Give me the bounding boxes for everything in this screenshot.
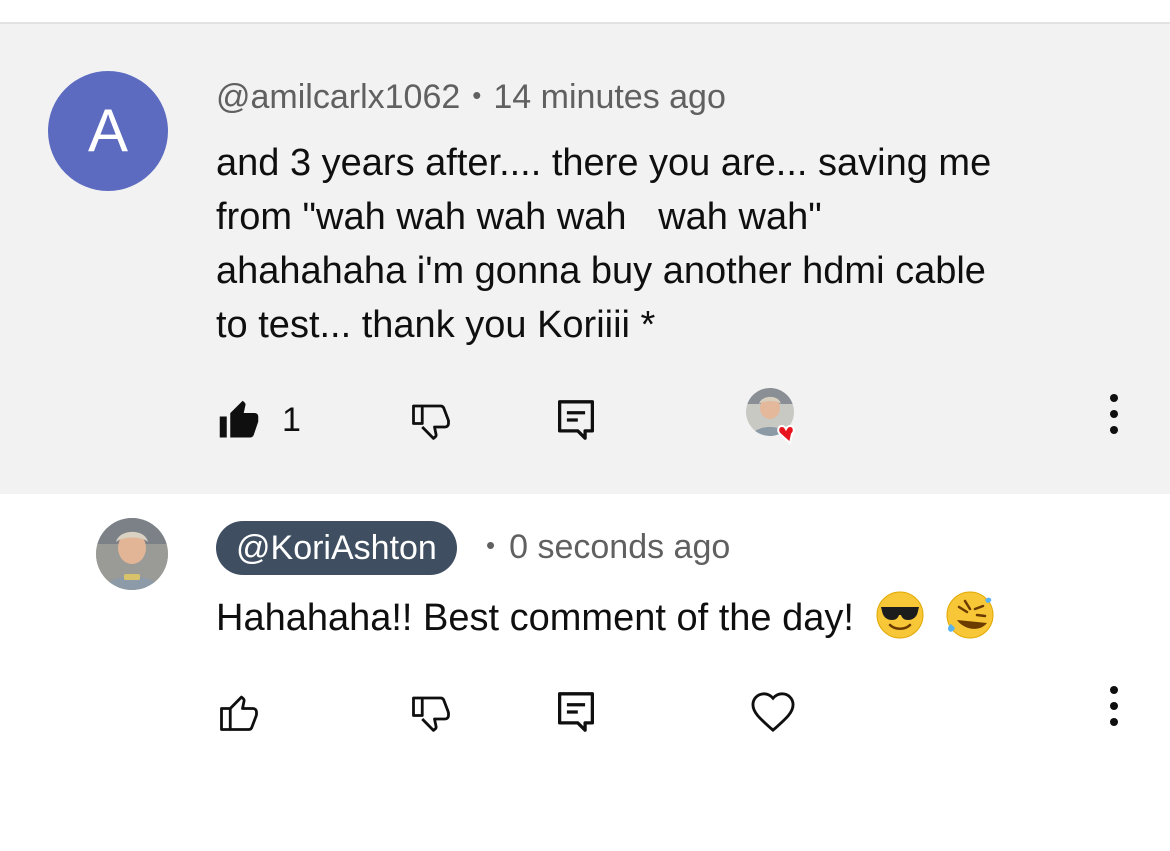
reply-icon xyxy=(558,400,594,440)
reply-avatar-photo xyxy=(96,518,168,590)
thumbs-up-icon xyxy=(220,695,258,731)
more-dot xyxy=(1110,702,1118,710)
comment-meta: @amilcarlx1062 • 14 minutes ago xyxy=(216,78,726,117)
comment-text: and 3 years after.... there you are... s… xyxy=(216,142,992,346)
reply-author-badge[interactable]: @KoriAshton xyxy=(216,521,457,575)
reply-avatar[interactable] xyxy=(96,518,168,590)
comment-time: 14 minutes ago xyxy=(493,78,726,116)
reply-meta: • 0 seconds ago xyxy=(486,528,730,567)
reply-text-line: Hahahaha!! Best comment of the day! xyxy=(216,590,995,645)
reply-dislike-button[interactable] xyxy=(410,682,452,742)
reply-icon xyxy=(558,692,594,732)
reply-actions xyxy=(0,682,1170,742)
rolling-laughing-emoji-icon xyxy=(946,591,994,639)
reply-reply-button[interactable] xyxy=(556,682,596,742)
thumbs-down-icon xyxy=(412,404,450,440)
more-dot xyxy=(1110,410,1118,418)
dislike-button[interactable] xyxy=(410,390,452,450)
reply-text: Hahahaha!! Best comment of the day! xyxy=(216,597,854,639)
creator-heart-avatar-icon xyxy=(746,388,795,445)
more-dot xyxy=(1110,718,1118,726)
thumbs-up-filled-icon xyxy=(219,400,259,438)
sunglasses-emoji-icon xyxy=(876,591,923,639)
comment-more-button[interactable] xyxy=(1108,394,1120,446)
meta-separator: • xyxy=(486,530,496,560)
heart-button[interactable] xyxy=(750,682,796,742)
thumbs-down-icon xyxy=(412,696,450,732)
comment-actions: 1 xyxy=(0,388,1170,450)
more-dot xyxy=(1110,394,1118,402)
more-dot xyxy=(1110,426,1118,434)
reply-button[interactable] xyxy=(556,390,596,450)
creator-heart[interactable] xyxy=(746,388,810,450)
like-button[interactable]: 1 xyxy=(218,390,301,450)
reply-like-button[interactable] xyxy=(218,682,260,742)
meta-separator: • xyxy=(472,80,482,110)
like-count: 1 xyxy=(282,400,301,439)
comment-author[interactable]: @amilcarlx1062 xyxy=(216,78,460,116)
more-dot xyxy=(1110,686,1118,694)
reply-more-button[interactable] xyxy=(1108,686,1120,738)
commenter-avatar[interactable]: A xyxy=(48,71,168,191)
heart-icon xyxy=(751,692,795,733)
top-divider xyxy=(0,0,1170,24)
reply-time: 0 seconds ago xyxy=(509,528,731,566)
